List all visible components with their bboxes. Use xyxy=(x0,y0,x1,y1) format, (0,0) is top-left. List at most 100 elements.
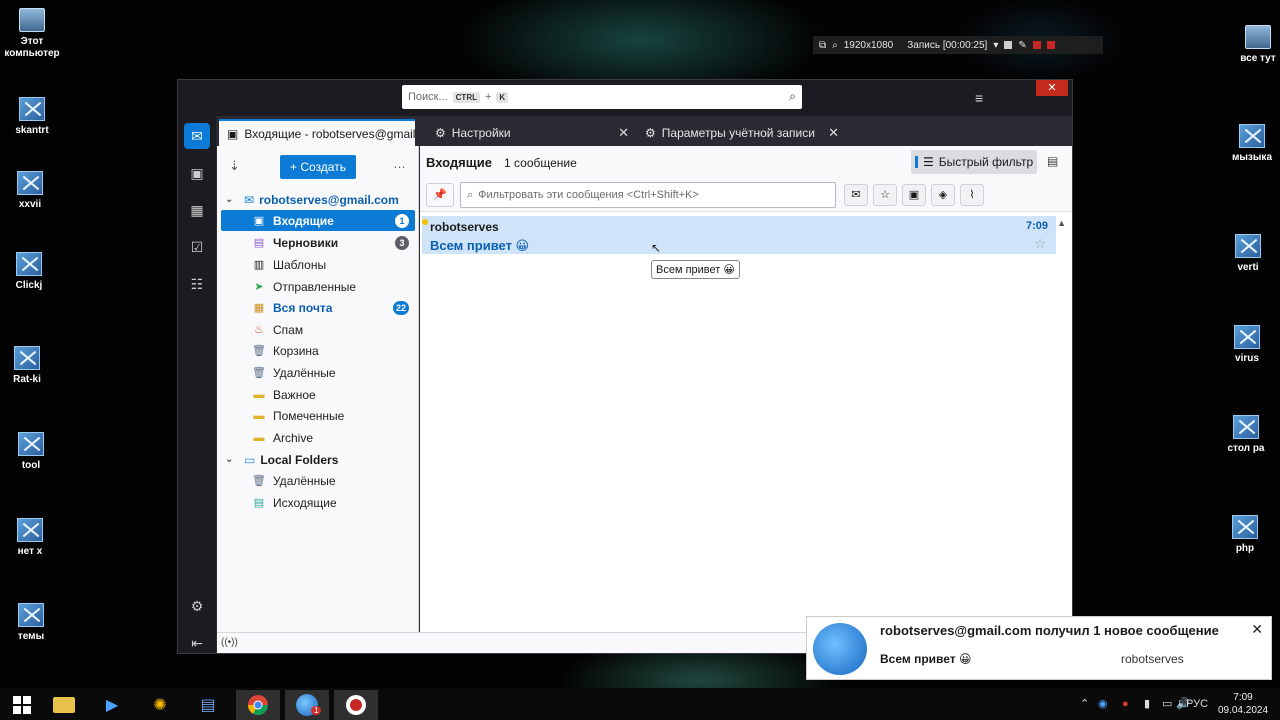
tab-label: Настройки xyxy=(451,125,511,140)
desktop-icon-this-pc[interactable]: Этот компьютер xyxy=(0,8,64,60)
global-search-input[interactable]: Поиск... CTRL + K ⌕ xyxy=(402,85,802,109)
tray-overflow-icon[interactable]: ⌃ xyxy=(1080,688,1089,720)
chevron-down-icon[interactable]: ⌄ xyxy=(225,194,239,205)
scroll-up-arrow-icon[interactable]: ▲ xyxy=(1057,218,1066,228)
list-layout-icon[interactable]: ▤ xyxy=(1047,154,1058,168)
desktop-icon-tool[interactable]: tool xyxy=(0,432,63,472)
desktop-icon-xxvii[interactable]: xxvii xyxy=(0,171,62,211)
folder-all-mail[interactable]: ▦ Вся почта 22 xyxy=(221,297,415,318)
message-row[interactable]: robotserves Всем привет 😀 7:09 ☆ xyxy=(422,216,1056,254)
desktop-icon-label: xxvii xyxy=(18,199,42,210)
account-row[interactable]: ⌄ ✉ robotserves@gmail.com xyxy=(221,189,399,210)
start-windows-icon[interactable] xyxy=(0,690,44,720)
subject-tooltip: Всем привет 😀 xyxy=(651,260,740,279)
desktop-icon-virus[interactable]: virus xyxy=(1215,325,1279,365)
desktop-icon-label: все тут xyxy=(1240,53,1276,64)
tray-record-icon[interactable]: ● xyxy=(1122,688,1129,720)
search-icon[interactable]: ⌕ xyxy=(789,89,796,104)
window-close-button[interactable]: ✕ xyxy=(1036,80,1068,96)
starred-filter-icon[interactable]: ☆ xyxy=(873,184,897,206)
folder-outbox[interactable]: ▤ Исходящие xyxy=(221,492,415,513)
clock-time: 7:09 xyxy=(1233,692,1253,703)
folder-important[interactable]: ▬ Важное xyxy=(221,384,415,405)
tab-close-icon[interactable]: ✕ xyxy=(828,125,839,141)
desktop-icon-skantrt[interactable]: skantrt xyxy=(0,97,64,137)
settings-gear-icon[interactable]: ⚙ xyxy=(184,593,210,619)
filter-messages-input[interactable]: ⌕ Фильтровать эти сообщения <Ctrl+Shift+… xyxy=(460,182,836,208)
input-language[interactable]: РУС xyxy=(1186,688,1208,720)
folder-templates[interactable]: ▥ Шаблоны xyxy=(221,254,415,275)
new-mail-notification[interactable]: robotserves@gmail.com получил 1 новое со… xyxy=(806,616,1272,680)
search-icon: ⌕ xyxy=(467,188,474,201)
folder-starred[interactable]: ▬ Помеченные xyxy=(221,405,415,426)
folder-icon: ▬ xyxy=(253,388,265,401)
star-icon[interactable]: ☆ xyxy=(1034,236,1046,252)
thunderbird-taskbar-icon[interactable]: 1 xyxy=(285,690,329,720)
address-book-icon[interactable]: ▣ xyxy=(184,160,210,186)
tray-app-icon[interactable]: ◉ xyxy=(1098,688,1108,720)
camera-icon[interactable] xyxy=(1004,41,1013,49)
tab-inbox[interactable]: ▣ Входящие - robotserves@gmail.com xyxy=(219,119,415,146)
desktop-icon-php[interactable]: php xyxy=(1213,515,1277,555)
notification-close-button[interactable]: ✕ xyxy=(1251,621,1263,638)
nfc-tool-icon[interactable]: ▤ xyxy=(186,690,230,720)
desktop-icon-temy[interactable]: темы xyxy=(0,603,63,643)
contact-filter-icon[interactable]: ▣ xyxy=(902,184,926,206)
account-settings-icon: ⚙ xyxy=(645,125,656,140)
desktop-icon-verti[interactable]: verti xyxy=(1216,234,1280,274)
chrome-icon[interactable] xyxy=(236,690,280,720)
collapse-sidebar-icon[interactable]: ⇤ xyxy=(184,630,210,656)
get-messages-icon[interactable]: ⇣ xyxy=(229,158,240,174)
folder-local-deleted[interactable]: 🗑 Удалённые xyxy=(221,470,415,491)
unread-filter-icon[interactable]: ✉ xyxy=(844,184,868,206)
battery-icon[interactable]: ▮ xyxy=(1144,688,1150,720)
tab-settings[interactable]: ⚙ Настройки ✕ xyxy=(427,119,633,146)
calendar-icon[interactable]: ▦ xyxy=(184,197,210,223)
folder-deleted[interactable]: 🗑 Удалённые xyxy=(221,362,415,383)
new-message-button[interactable]: + Создать xyxy=(280,155,356,179)
tag-filter-icon[interactable]: ◈ xyxy=(931,184,955,206)
network-icon[interactable]: ▭ xyxy=(1162,688,1172,720)
system-clock[interactable]: 7:09 09.04.2024 xyxy=(1216,691,1270,717)
desktop-icon-clickj[interactable]: Clickj xyxy=(0,252,61,292)
folder-sent[interactable]: ➤ Отправленные xyxy=(221,276,415,297)
desktop-icon-stol-ra[interactable]: стол ра xyxy=(1214,415,1278,455)
pin-icon[interactable]: 📌 xyxy=(426,183,454,207)
folder-label: Черновики xyxy=(273,235,339,250)
powershell-icon[interactable]: ▶ xyxy=(90,690,134,720)
chat-icon[interactable]: ☷ xyxy=(184,271,210,297)
title-bar: Поиск... CTRL + K ⌕ ≡ ✕ xyxy=(178,80,1072,116)
folder-drafts[interactable]: ▤ Черновики 3 xyxy=(221,232,415,253)
trash-icon: 🗑 xyxy=(252,475,266,487)
folder-label: Вся почта xyxy=(273,300,333,315)
quick-filter-button[interactable]: ☰ Быстрый фильтр xyxy=(911,150,1037,174)
tab-account-settings[interactable]: ⚙ Параметры учётной записи ✕ xyxy=(637,119,843,146)
sunburst-app-icon[interactable]: ✺ xyxy=(138,690,182,720)
online-status-icon[interactable]: ((•)) xyxy=(221,637,238,648)
pen-icon[interactable]: ✎ xyxy=(1018,40,1026,51)
pause-icon[interactable] xyxy=(1032,41,1041,49)
folder-trash[interactable]: 🗑 Корзина xyxy=(221,340,415,361)
mail-space-icon[interactable]: ✉ xyxy=(184,123,210,149)
chevron-down-icon[interactable]: ⌄ xyxy=(225,454,239,465)
window-icon[interactable]: ⧉ xyxy=(819,40,826,51)
stop-icon[interactable] xyxy=(1046,41,1055,49)
file-explorer-icon[interactable] xyxy=(42,690,86,720)
folder-spam[interactable]: ♨ Спам xyxy=(221,319,415,340)
desktop-icon-rat-ki[interactable]: Rat-ki xyxy=(0,346,59,386)
attachment-filter-icon[interactable]: ⌇ xyxy=(960,184,984,206)
desktop-icon-vse-tut[interactable]: все тут xyxy=(1226,25,1280,65)
app-menu-button[interactable]: ≡ xyxy=(975,90,983,106)
tasks-icon[interactable]: ☑ xyxy=(184,234,210,260)
desktop-icon-myzyka[interactable]: мызыка xyxy=(1220,124,1280,164)
folder-label: Шаблоны xyxy=(273,257,327,272)
folder-archive[interactable]: ▬ Archive xyxy=(221,427,415,448)
tab-close-icon[interactable]: ✕ xyxy=(618,125,629,141)
folder-pane-more-button[interactable]: … xyxy=(393,156,406,171)
dropdown-icon[interactable]: ▾ xyxy=(993,40,998,51)
zoom-icon[interactable]: ⌕ xyxy=(832,40,838,51)
desktop-icon-net-x[interactable]: нет х xyxy=(0,518,62,558)
folder-inbox[interactable]: ▣ Входящие 1 xyxy=(221,210,415,231)
screen-recorder-icon[interactable] xyxy=(334,690,378,720)
local-folders-row[interactable]: ⌄ ▭ Local Folders xyxy=(221,449,338,470)
